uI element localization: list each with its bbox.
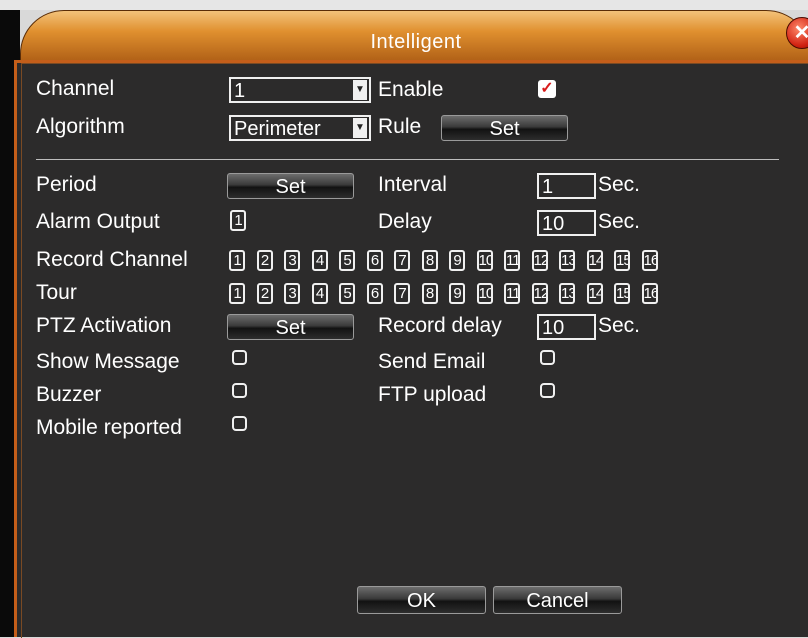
delay-value: 10 bbox=[542, 213, 565, 235]
ftp-upload-label: FTP upload bbox=[378, 383, 487, 406]
record-channel-toggle-16[interactable]: 16 bbox=[641, 250, 658, 271]
mobile-reported-label: Mobile reported bbox=[36, 416, 182, 439]
ok-button[interactable]: OK bbox=[357, 586, 486, 614]
buzzer-checkbox[interactable] bbox=[232, 383, 247, 398]
period-label: Period bbox=[36, 173, 97, 196]
algorithm-value: Perimeter bbox=[234, 118, 321, 140]
record-channel-toggle-1[interactable]: 1 bbox=[229, 250, 245, 271]
record-channel-label: Record Channel bbox=[36, 248, 188, 271]
tour-toggle-15[interactable]: 15 bbox=[614, 283, 630, 304]
buzzer-label: Buzzer bbox=[36, 383, 102, 406]
rule-set-button[interactable]: Set bbox=[441, 115, 568, 141]
record-channel-toggles: 1 2 3 4 5 6 7 8 9 10 11 12 13 14 15 16 bbox=[229, 250, 669, 271]
tour-toggle-2[interactable]: 2 bbox=[256, 283, 273, 304]
record-channel-toggle-13[interactable]: 13 bbox=[559, 250, 575, 271]
tour-toggle-3[interactable]: 3 bbox=[284, 283, 300, 304]
dialog-title: Intelligent bbox=[370, 31, 462, 53]
show-message-label: Show Message bbox=[36, 350, 180, 373]
channel-select[interactable]: 1 bbox=[229, 77, 371, 103]
tour-toggle-9[interactable]: 9 bbox=[449, 283, 465, 304]
channel-value: 1 bbox=[234, 80, 246, 102]
record-delay-input[interactable]: 10 bbox=[537, 314, 596, 340]
send-email-checkbox[interactable] bbox=[540, 350, 555, 365]
period-set-button[interactable]: Set bbox=[227, 173, 354, 199]
show-message-checkbox[interactable] bbox=[232, 350, 247, 365]
enable-checkbox[interactable]: ✓ bbox=[538, 80, 556, 98]
record-channel-toggle-2[interactable]: 2 bbox=[256, 250, 273, 271]
record-delay-label: Record delay bbox=[378, 314, 502, 337]
tour-toggle-11[interactable]: 11 bbox=[504, 283, 520, 304]
interval-value: 1 bbox=[542, 176, 554, 198]
delay-label: Delay bbox=[378, 210, 432, 233]
chevron-down-icon[interactable]: ▼ bbox=[353, 118, 367, 138]
divider bbox=[36, 159, 779, 160]
record-delay-unit: Sec. bbox=[598, 314, 641, 337]
record-channel-toggle-7[interactable]: 7 bbox=[394, 250, 410, 271]
tour-toggle-16[interactable]: 16 bbox=[641, 283, 658, 304]
record-channel-toggle-15[interactable]: 15 bbox=[614, 250, 630, 271]
tour-toggles: 1 2 3 4 5 6 7 8 9 10 11 12 13 14 15 16 bbox=[229, 283, 669, 304]
record-channel-toggle-11[interactable]: 11 bbox=[504, 250, 520, 271]
record-channel-toggle-5[interactable]: 5 bbox=[339, 250, 355, 271]
tour-label: Tour bbox=[36, 281, 77, 304]
tour-toggle-5[interactable]: 5 bbox=[339, 283, 355, 304]
alarm-output-label: Alarm Output bbox=[36, 210, 160, 233]
chevron-down-icon[interactable]: ▼ bbox=[353, 80, 367, 100]
ptz-set-button[interactable]: Set bbox=[227, 314, 354, 340]
interval-label: Interval bbox=[378, 173, 447, 196]
tour-toggle-12[interactable]: 12 bbox=[531, 283, 548, 304]
ftp-upload-checkbox[interactable] bbox=[540, 383, 555, 398]
delay-input[interactable]: 10 bbox=[537, 210, 596, 236]
tour-toggle-6[interactable]: 6 bbox=[366, 283, 383, 304]
top-strip bbox=[0, 0, 808, 10]
cancel-button[interactable]: Cancel bbox=[493, 586, 622, 614]
mobile-reported-checkbox[interactable] bbox=[232, 416, 247, 431]
record-channel-toggle-14[interactable]: 14 bbox=[586, 250, 603, 271]
record-channel-toggle-4[interactable]: 4 bbox=[311, 250, 328, 271]
record-channel-toggle-6[interactable]: 6 bbox=[366, 250, 383, 271]
tour-toggle-14[interactable]: 14 bbox=[586, 283, 603, 304]
record-delay-value: 10 bbox=[542, 317, 565, 339]
record-channel-toggle-3[interactable]: 3 bbox=[284, 250, 300, 271]
delay-unit: Sec. bbox=[598, 210, 641, 233]
tour-toggle-13[interactable]: 13 bbox=[559, 283, 575, 304]
record-channel-toggle-9[interactable]: 9 bbox=[449, 250, 465, 271]
enable-label: Enable bbox=[378, 78, 444, 101]
ptz-activation-label: PTZ Activation bbox=[36, 314, 172, 337]
channel-label: Channel bbox=[36, 77, 115, 100]
interval-input[interactable]: 1 bbox=[537, 173, 596, 199]
record-channel-toggle-8[interactable]: 8 bbox=[421, 250, 438, 271]
record-channel-toggle-12[interactable]: 12 bbox=[531, 250, 548, 271]
rule-label: Rule bbox=[378, 115, 422, 138]
tour-toggle-10[interactable]: 10 bbox=[476, 283, 493, 304]
record-channel-toggle-10[interactable]: 10 bbox=[476, 250, 493, 271]
tour-toggle-1[interactable]: 1 bbox=[229, 283, 245, 304]
algorithm-select[interactable]: Perimeter bbox=[229, 115, 371, 141]
send-email-label: Send Email bbox=[378, 350, 486, 373]
alarm-output-toggle[interactable]: 1 bbox=[230, 210, 246, 231]
algorithm-label: Algorithm bbox=[36, 115, 125, 138]
tour-toggle-4[interactable]: 4 bbox=[311, 283, 328, 304]
tour-toggle-7[interactable]: 7 bbox=[394, 283, 410, 304]
interval-unit: Sec. bbox=[598, 173, 641, 196]
tour-toggle-8[interactable]: 8 bbox=[421, 283, 438, 304]
